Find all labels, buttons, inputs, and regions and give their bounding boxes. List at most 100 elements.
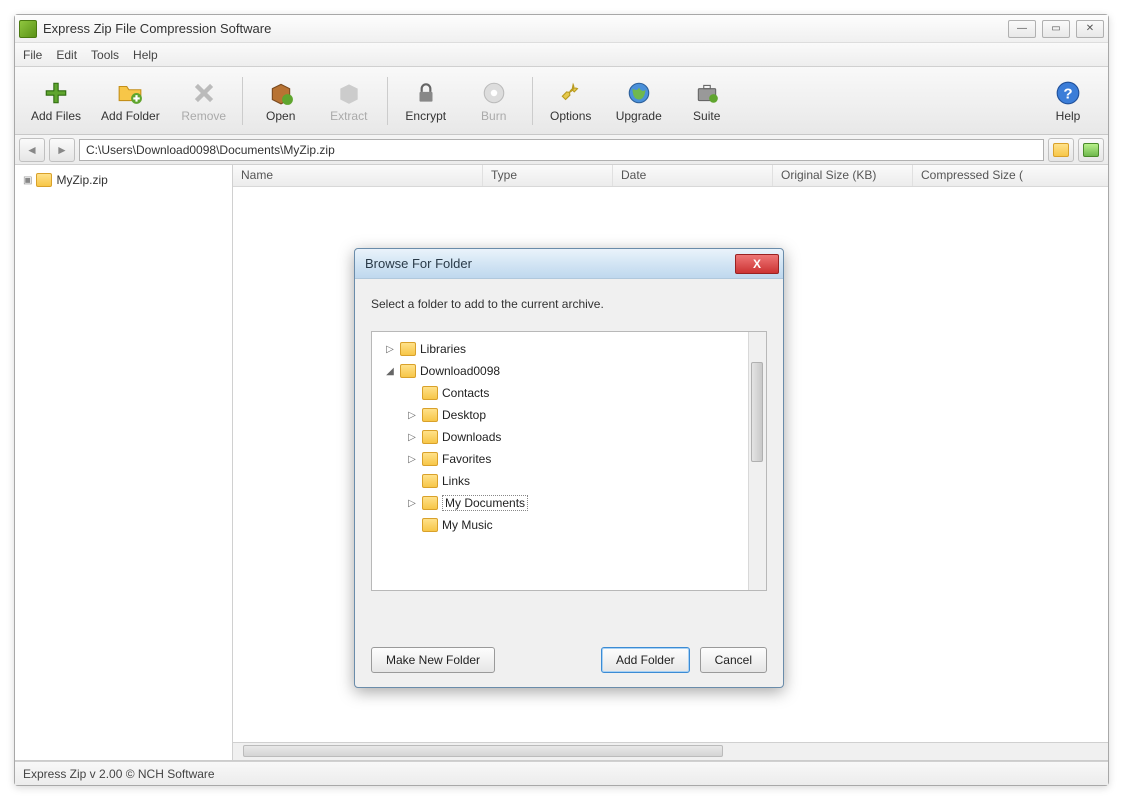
path-input[interactable] — [79, 139, 1044, 161]
help-label: Help — [1056, 109, 1081, 123]
new-archive-button[interactable] — [1048, 138, 1074, 162]
window-controls: — ▭ ✕ — [1008, 20, 1104, 38]
folder-label: My Music — [442, 518, 493, 532]
expander-icon[interactable]: ▷ — [406, 432, 418, 443]
add-files-label: Add Files — [31, 109, 81, 123]
col-name[interactable]: Name — [233, 165, 483, 186]
suite-button[interactable]: Suite — [673, 75, 741, 127]
folder-label: Contacts — [442, 386, 489, 400]
browse-folder-dialog: Browse For Folder X Select a folder to a… — [354, 248, 784, 688]
expander-icon[interactable]: ◢ — [384, 366, 396, 377]
tree-root-label: MyZip.zip — [56, 173, 107, 187]
add-files-button[interactable]: Add Files — [21, 75, 91, 127]
tree-root-item[interactable]: ▣ MyZip.zip — [19, 171, 228, 189]
folder-icon — [1053, 143, 1069, 157]
folder-tree-item[interactable]: ◢ Download0098 — [376, 360, 744, 382]
folder-icon — [400, 342, 416, 356]
svg-text:?: ? — [1063, 85, 1072, 102]
help-button[interactable]: ? Help — [1034, 75, 1102, 127]
wrench-icon — [557, 79, 585, 107]
upgrade-button[interactable]: Upgrade — [605, 75, 673, 127]
toolbar-separator — [532, 77, 533, 125]
folder-label: Download0098 — [420, 364, 500, 378]
globe-icon — [625, 79, 653, 107]
list-header: Name Type Date Original Size (KB) Compre… — [233, 165, 1108, 187]
close-button[interactable]: ✕ — [1076, 20, 1104, 38]
scrollbar-thumb[interactable] — [751, 362, 763, 462]
folder-icon — [422, 518, 438, 532]
nav-back-button[interactable]: ◄ — [19, 138, 45, 162]
box-open-icon — [267, 79, 295, 107]
toolbar: Add Files Add Folder Remove Open Extract… — [15, 67, 1108, 135]
options-label: Options — [550, 109, 591, 123]
minimize-button[interactable]: — — [1008, 20, 1036, 38]
folder-tree-item[interactable]: ▷ Libraries — [376, 338, 744, 360]
expander-icon[interactable]: ▷ — [384, 344, 396, 355]
folder-label: Downloads — [442, 430, 501, 444]
col-original-size[interactable]: Original Size (KB) — [773, 165, 913, 186]
dialog-instruction: Select a folder to add to the current ar… — [371, 297, 767, 311]
menu-edit[interactable]: Edit — [56, 48, 77, 62]
suite-label: Suite — [693, 109, 720, 123]
open-archive-button[interactable] — [1078, 138, 1104, 162]
extract-label: Extract — [330, 109, 367, 123]
encrypt-button[interactable]: Encrypt — [392, 75, 460, 127]
folder-label: Desktop — [442, 408, 486, 422]
folder-tree-item[interactable]: My Music — [376, 514, 744, 536]
dialog-titlebar: Browse For Folder X — [355, 249, 783, 279]
disc-icon — [480, 79, 508, 107]
folder-icon — [422, 408, 438, 422]
folder-tree-item[interactable]: Contacts — [376, 382, 744, 404]
folder-tree-item[interactable]: ▷My Documents — [376, 492, 744, 514]
expander-icon[interactable]: ▷ — [406, 410, 418, 421]
folder-icon — [422, 474, 438, 488]
folder-tree-item[interactable]: ▷ Desktop — [376, 404, 744, 426]
options-button[interactable]: Options — [537, 75, 605, 127]
folder-icon — [1083, 143, 1099, 157]
dialog-close-button[interactable]: X — [735, 254, 779, 274]
upgrade-label: Upgrade — [616, 109, 662, 123]
menu-file[interactable]: File — [23, 48, 42, 62]
burn-button: Burn — [460, 75, 528, 127]
expander-icon[interactable]: ▷ — [406, 498, 418, 509]
plus-icon — [42, 79, 70, 107]
folder-tree: ▷Libraries◢Download0098Contacts▷Desktop▷… — [371, 331, 767, 591]
cancel-button[interactable]: Cancel — [700, 647, 767, 673]
nav-forward-button[interactable]: ► — [49, 138, 75, 162]
burn-label: Burn — [481, 109, 506, 123]
col-compressed-size[interactable]: Compressed Size ( — [913, 165, 1108, 186]
folder-tree-item[interactable]: ▷ Favorites — [376, 448, 744, 470]
pathbar: ◄ ► — [15, 135, 1108, 165]
folder-label: Favorites — [442, 452, 491, 466]
folder-tree-item[interactable]: ▷ Downloads — [376, 426, 744, 448]
folder-label: Libraries — [420, 342, 466, 356]
col-date[interactable]: Date — [613, 165, 773, 186]
maximize-button[interactable]: ▭ — [1042, 20, 1070, 38]
lock-icon — [412, 79, 440, 107]
folder-icon — [422, 430, 438, 444]
dialog-buttons: Make New Folder Add Folder Cancel — [355, 635, 783, 687]
open-button[interactable]: Open — [247, 75, 315, 127]
folder-icon — [400, 364, 416, 378]
menu-tools[interactable]: Tools — [91, 48, 119, 62]
scrollbar-thumb[interactable] — [243, 745, 723, 757]
extract-icon — [335, 79, 363, 107]
make-new-folder-button[interactable]: Make New Folder — [371, 647, 495, 673]
encrypt-label: Encrypt — [405, 109, 446, 123]
toolbar-separator — [242, 77, 243, 125]
menu-help[interactable]: Help — [133, 48, 158, 62]
briefcase-icon — [693, 79, 721, 107]
horizontal-scrollbar[interactable] — [233, 742, 1108, 760]
col-type[interactable]: Type — [483, 165, 613, 186]
vertical-scrollbar[interactable] — [748, 332, 766, 590]
folder-icon — [36, 173, 52, 187]
add-folder-button[interactable]: Add Folder — [91, 75, 170, 127]
dialog-title: Browse For Folder — [365, 256, 735, 271]
add-folder-confirm-button[interactable]: Add Folder — [601, 647, 690, 673]
expander-icon[interactable]: ▷ — [406, 454, 418, 465]
x-icon — [190, 79, 218, 107]
folder-plus-icon — [116, 79, 144, 107]
folder-tree-item[interactable]: Links — [376, 470, 744, 492]
add-folder-label: Add Folder — [101, 109, 160, 123]
statusbar: Express Zip v 2.00 © NCH Software — [15, 761, 1108, 785]
